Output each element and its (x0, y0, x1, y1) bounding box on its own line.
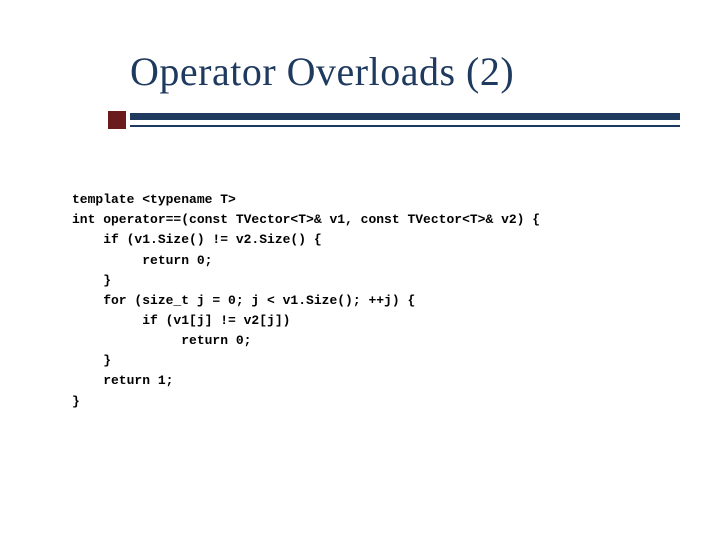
title-rule (130, 113, 680, 131)
code-block: template <typename T> int operator==(con… (72, 170, 680, 432)
code-line: } (72, 353, 111, 368)
bullet-square-icon (108, 111, 126, 129)
slide-title: Operator Overloads (2) (130, 48, 680, 95)
code-line: for (size_t j = 0; j < v1.Size(); ++j) { (72, 293, 415, 308)
title-block: Operator Overloads (2) (130, 48, 680, 131)
code-line: template <typename T> (72, 192, 236, 207)
code-line: return 0; (72, 253, 212, 268)
code-line: } (72, 394, 80, 409)
thick-rule (130, 113, 680, 120)
slide: Operator Overloads (2) template <typenam… (0, 0, 720, 540)
code-line: return 0; (72, 333, 251, 348)
code-line: if (v1[j] != v2[j]) (72, 313, 290, 328)
code-line: int operator==(const TVector<T>& v1, con… (72, 212, 540, 227)
code-line: return 1; (72, 373, 173, 388)
code-line: } (72, 273, 111, 288)
code-line: if (v1.Size() != v2.Size() { (72, 232, 322, 247)
thin-rule (130, 125, 680, 127)
